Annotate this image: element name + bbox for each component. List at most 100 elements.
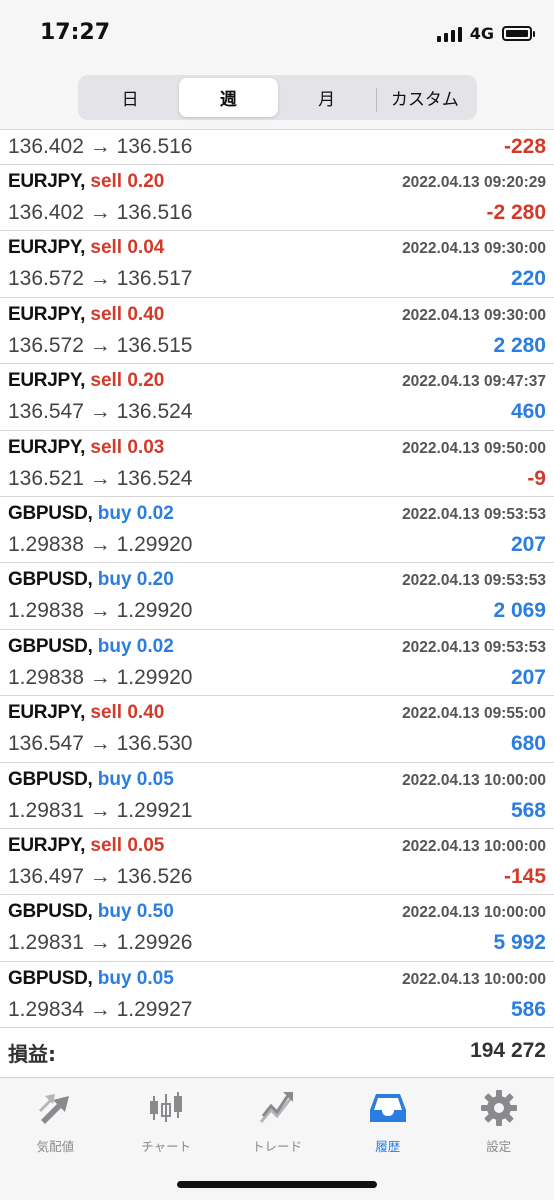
trade-row[interactable]: GBPUSD, buy 0.02 2022.04.13 09:53:53 1.298…	[0, 497, 554, 564]
trade-side: buy 0.50	[97, 901, 174, 923]
trade-title: EURJPY, sell 0.05	[8, 835, 164, 857]
trade-side: buy 0.02	[97, 635, 174, 657]
trade-title: EURJPY, sell 0.04	[8, 237, 164, 259]
trade-time: 2022.04.13 09:30:00	[402, 306, 546, 324]
trade-title: GBPUSD, buy 0.05	[8, 769, 174, 791]
trade-prices: 136.497 → 136.526	[8, 864, 193, 888]
tab-chart[interactable]: チャート	[111, 1078, 222, 1158]
chart-candles-icon	[150, 1092, 183, 1122]
quotes-icon	[39, 1094, 70, 1124]
trade-row[interactable]: EURJPY, sell 0.20 2022.04.13 09:20:29 136.…	[0, 165, 554, 232]
trade-row[interactable]: EURJPY, sell 0.20 2022.04.13 09:47:37 136.…	[0, 364, 554, 431]
trade-symbol: GBPUSD,	[8, 967, 93, 989]
gear-icon	[480, 1090, 517, 1126]
tab-label: トレード	[251, 1139, 302, 1154]
trade-prices: 1.29838 → 1.29920	[8, 599, 193, 623]
trade-profit: 460	[510, 400, 546, 424]
trade-title: EURJPY, sell 0.20	[8, 171, 164, 193]
trade-title: GBPUSD, buy 0.20	[8, 569, 174, 591]
trade-time: 2022.04.13 09:30:00	[402, 240, 546, 258]
trade-profit: 2 280	[493, 333, 546, 357]
trade-title: EURJPY, sell 0.40	[8, 702, 164, 724]
period-tab-label: 週	[219, 90, 237, 110]
trade-prices: 136.547 → 136.530	[8, 732, 193, 756]
trade-row[interactable]: EURJPY, sell 0.04 2022.04.13 09:30:00 136.…	[0, 231, 554, 298]
trade-time: 2022.04.13 09:53:53	[402, 572, 546, 590]
trade-title: EURJPY, sell 0.40	[8, 304, 164, 326]
tab-label: 設定	[486, 1139, 512, 1154]
trade-prices: 136.402 → 136.516	[8, 201, 193, 224]
summary-value: 194 272	[470, 1039, 546, 1063]
trade-symbol: EURJPY,	[8, 436, 86, 458]
trade-prices: 1.29831 → 1.29921	[8, 798, 193, 822]
trade-prices: 136.547 → 136.524	[8, 400, 193, 424]
trade-prices: 1.29831 → 1.29926	[8, 931, 193, 955]
trade-symbol: EURJPY,	[8, 237, 86, 259]
trade-symbol: EURJPY,	[8, 303, 86, 325]
battery-icon	[502, 26, 535, 41]
trade-title: EURJPY, sell 0.03	[8, 437, 164, 459]
trade-row[interactable]: GBPUSD, buy 0.02 2022.04.13 09:53:53 1.298…	[0, 630, 554, 697]
trade-symbol: EURJPY,	[8, 370, 86, 392]
tab-quotes[interactable]: 気配値	[0, 1078, 111, 1158]
summary-label: 損益:	[8, 1042, 56, 1067]
period-tab-label: 月	[318, 90, 336, 110]
trade-prices: 1.29838 → 1.29920	[8, 665, 193, 689]
trade-title: GBPUSD, buy 0.50	[8, 901, 174, 923]
trade-side: sell 0.40	[90, 303, 165, 325]
trade-row[interactable]: EURJPY, sell 0.40 2022.04.13 09:55:00 136.…	[0, 696, 554, 763]
trade-profit: 2 069	[493, 599, 546, 623]
trade-row[interactable]: GBPUSD, buy 0.05 2022.04.13 10:00:00 1.298…	[0, 962, 554, 1029]
trade-time: 2022.04.13 09:50:00	[402, 439, 546, 457]
trade-time: 2022.04.13 09:53:53	[402, 505, 546, 523]
tab-trade[interactable]: トレード	[222, 1078, 333, 1158]
trade-side: sell 0.20	[90, 171, 165, 192]
period-tab-custom[interactable]: カスタム	[375, 78, 474, 117]
trade-side: sell 0.40	[90, 702, 165, 724]
trade-time: 2022.04.13 10:00:00	[402, 771, 546, 789]
trade-prices: 136.402 → 136.516	[8, 135, 193, 158]
trade-time: 2022.04.13 09:20:29	[402, 174, 546, 191]
trade-profit: -2 280	[486, 201, 546, 224]
trade-prices: 136.572 → 136.515	[8, 333, 193, 357]
trade-symbol: GBPUSD,	[8, 768, 93, 790]
trade-row[interactable]: EURJPY, sell 0.05 2022.04.13 10:00:00 136.…	[0, 829, 554, 896]
tab-history[interactable]: 履歴	[332, 1078, 443, 1158]
trade-profit: 680	[510, 732, 546, 756]
trade-row[interactable]: EURJPY, sell 0.03 2022.04.13 09:50:00 136.…	[0, 431, 554, 497]
trade-symbol: GBPUSD,	[8, 569, 93, 591]
trade-history-list[interactable]: 136.402 → 136.516 -228 EURJPY, sell 0.20…	[0, 131, 554, 1077]
trade-prices: 136.521 → 136.524	[8, 466, 193, 490]
trade-row[interactable]: EURJPY, sell 0.40 2022.04.13 09:30:00 136.…	[0, 298, 554, 365]
status-indicators: 4G	[436, 24, 535, 43]
tab-settings[interactable]: 設定	[443, 1078, 554, 1158]
trade-symbol: EURJPY,	[8, 702, 86, 724]
tab-label: 履歴	[375, 1139, 401, 1154]
period-tab-label: カスタム	[390, 90, 459, 110]
trade-title: EURJPY, sell 0.20	[8, 370, 164, 392]
trade-title: GBPUSD, buy 0.05	[8, 968, 174, 990]
trade-profit: -228	[503, 135, 546, 158]
trade-side: sell 0.03	[90, 436, 165, 458]
trade-row[interactable]: GBPUSD, buy 0.05 2022.04.13 10:00:00 1.298…	[0, 763, 554, 829]
period-tab-day[interactable]: 日	[81, 78, 179, 117]
trade-profit: -9	[527, 466, 546, 490]
trade-profit: -145	[503, 864, 546, 888]
network-type: 4G	[469, 24, 494, 43]
trade-side: sell 0.20	[90, 370, 165, 392]
trade-title: GBPUSD, buy 0.02	[8, 503, 174, 525]
trade-prices: 136.572 → 136.517	[8, 267, 193, 291]
period-tab-month[interactable]: 月	[278, 78, 376, 117]
trade-row[interactable]: GBPUSD, buy 0.20 2022.04.13 09:53:53 1.298…	[0, 563, 554, 630]
trade-profit: 568	[510, 798, 546, 822]
period-tab-label: 日	[121, 90, 139, 110]
trade-profit: 220	[510, 267, 546, 291]
trade-row[interactable]: GBPUSD, buy 0.50 2022.04.13 10:00:00 1.298…	[0, 895, 554, 962]
trade-profit: 207	[510, 665, 546, 689]
trade-prices: 1.29838 → 1.29920	[8, 532, 193, 556]
period-tab-week[interactable]: 週	[179, 78, 278, 117]
trade-side: buy 0.05	[97, 967, 174, 989]
trade-side: buy 0.20	[97, 569, 174, 591]
trade-row-partial[interactable]: 136.402 → 136.516 -228	[0, 131, 554, 165]
trade-symbol: EURJPY,	[8, 171, 86, 192]
